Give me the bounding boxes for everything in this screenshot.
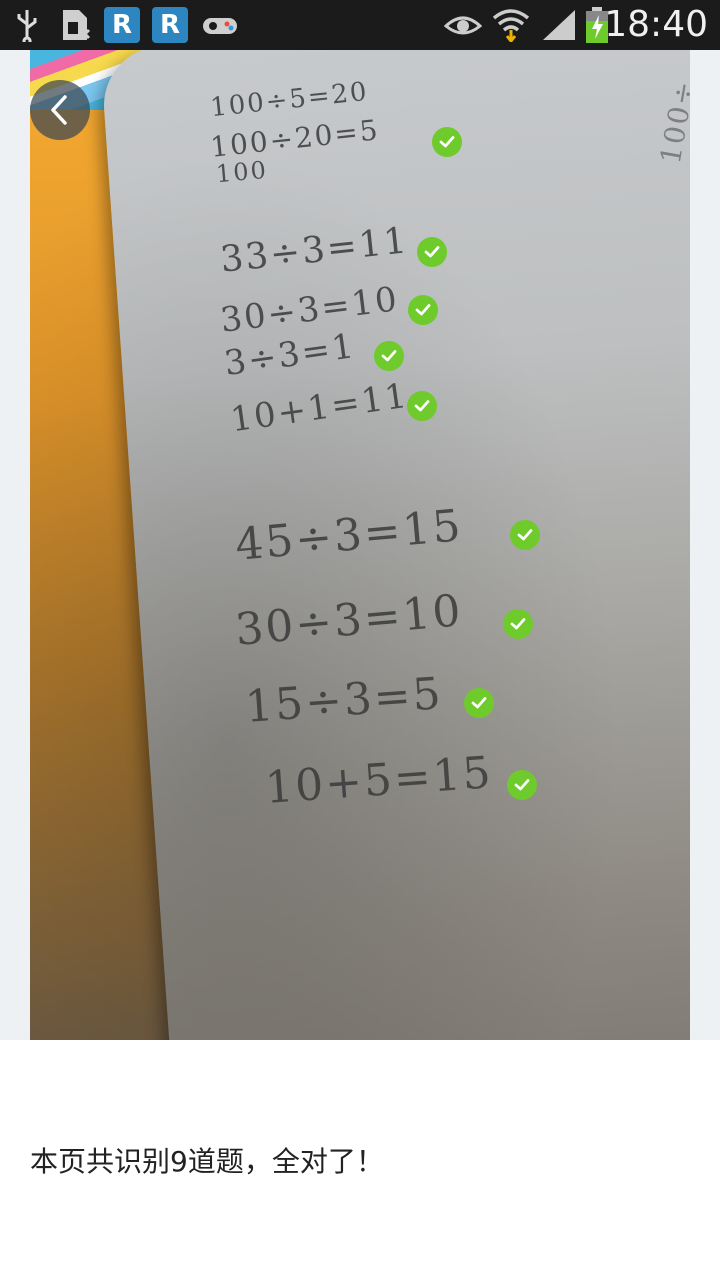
correct-check-icon — [510, 520, 540, 550]
chevron-left-icon — [51, 95, 67, 125]
correct-check-icon — [503, 609, 533, 639]
sim-card-icon — [58, 8, 92, 42]
result-summary-text: 本页共识别9道题，全对了！ — [30, 1145, 384, 1178]
wifi-icon — [492, 8, 530, 42]
correct-check-icon — [417, 237, 447, 267]
photo-viewer: 100÷5=20 100÷20=5 100 33÷3=11 30÷3=10 3÷… — [0, 50, 720, 1040]
game-controller-icon — [200, 8, 240, 42]
clock: 18:40 — [604, 4, 708, 45]
r-app-icon: R — [152, 7, 188, 43]
r-app-icon: R — [104, 7, 140, 43]
handwriting-line: 100 — [214, 155, 269, 189]
correct-check-icon — [374, 341, 404, 371]
correct-check-icon — [464, 688, 494, 718]
correct-check-icon — [407, 391, 437, 421]
homework-photo: 100÷5=20 100÷20=5 100 33÷3=11 30÷3=10 3÷… — [30, 50, 690, 1040]
correct-check-icon — [408, 295, 438, 325]
back-button[interactable] — [30, 80, 90, 140]
usb-icon — [12, 8, 42, 42]
signal-icon — [540, 8, 578, 42]
result-panel: 本页共识别9道题，全对了！ — [0, 1040, 720, 1280]
status-bar: R R 18:40 — [0, 0, 720, 50]
correct-check-icon — [507, 770, 537, 800]
correct-check-icon — [432, 127, 462, 157]
eye-icon — [444, 8, 482, 42]
